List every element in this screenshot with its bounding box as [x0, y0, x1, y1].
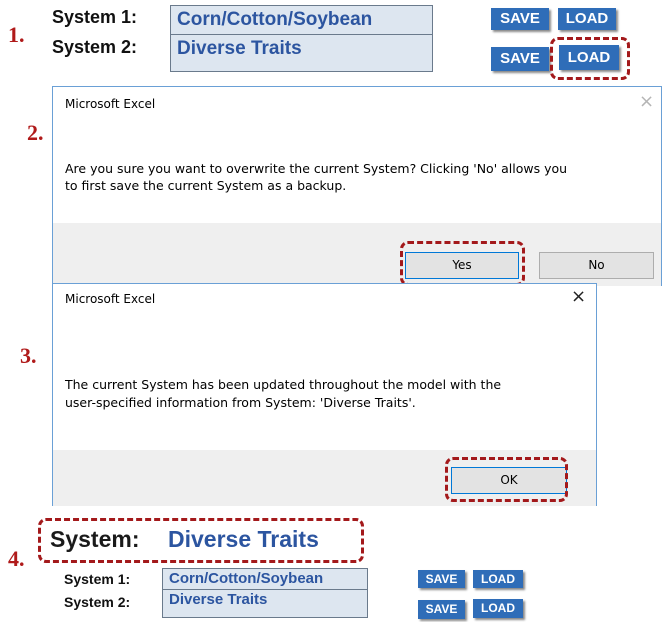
- step-4-marker: 4.: [8, 546, 25, 571]
- load-button-highlight: [550, 37, 630, 80]
- current-system-value: Diverse Traits: [168, 526, 319, 552]
- dialog-message-line1: The current System has been updated thro…: [65, 377, 502, 392]
- system2-field[interactable]: Diverse Traits: [162, 590, 368, 618]
- close-icon[interactable]: ×: [571, 286, 586, 307]
- dialog-message-line1: Are you sure you want to overwrite the c…: [65, 161, 568, 176]
- system2-field[interactable]: Diverse Traits: [170, 35, 433, 72]
- system1-field[interactable]: Corn/Cotton/Soybean: [170, 5, 433, 35]
- dialog-message-line2: user-specified information from System: …: [65, 395, 416, 410]
- system2-load-button[interactable]: LOAD: [473, 599, 523, 618]
- system1-label: System 1:: [52, 7, 138, 27]
- system2-label: System 2:: [64, 594, 131, 610]
- ok-button-highlight: [445, 457, 568, 502]
- no-button[interactable]: No: [539, 252, 654, 279]
- step-3-marker: 3.: [20, 343, 37, 368]
- overwrite-confirm-dialog: Microsoft Excel × Are you sure you want …: [52, 86, 662, 286]
- system1-load-button[interactable]: LOAD: [558, 8, 616, 30]
- system1-save-button[interactable]: SAVE: [491, 8, 549, 30]
- system2-save-button[interactable]: SAVE: [418, 600, 465, 619]
- system1-load-button[interactable]: LOAD: [473, 570, 523, 588]
- system1-label: System 1:: [64, 571, 131, 587]
- system2-label: System 2:: [52, 37, 138, 57]
- system1-field[interactable]: Corn/Cotton/Soybean: [162, 568, 368, 590]
- dialog-message-line2: to first save the current System as a ba…: [65, 178, 347, 193]
- step-1-marker: 1.: [8, 22, 25, 47]
- system2-save-button[interactable]: SAVE: [491, 47, 549, 71]
- yes-button-highlight: [400, 241, 525, 286]
- step-2-marker: 2.: [27, 120, 44, 145]
- dialog-title: Microsoft Excel: [65, 292, 156, 306]
- dialog-title: Microsoft Excel: [65, 97, 156, 111]
- current-system-label: System:: [50, 526, 140, 552]
- close-icon[interactable]: ×: [639, 91, 654, 112]
- system1-save-button[interactable]: SAVE: [418, 570, 465, 588]
